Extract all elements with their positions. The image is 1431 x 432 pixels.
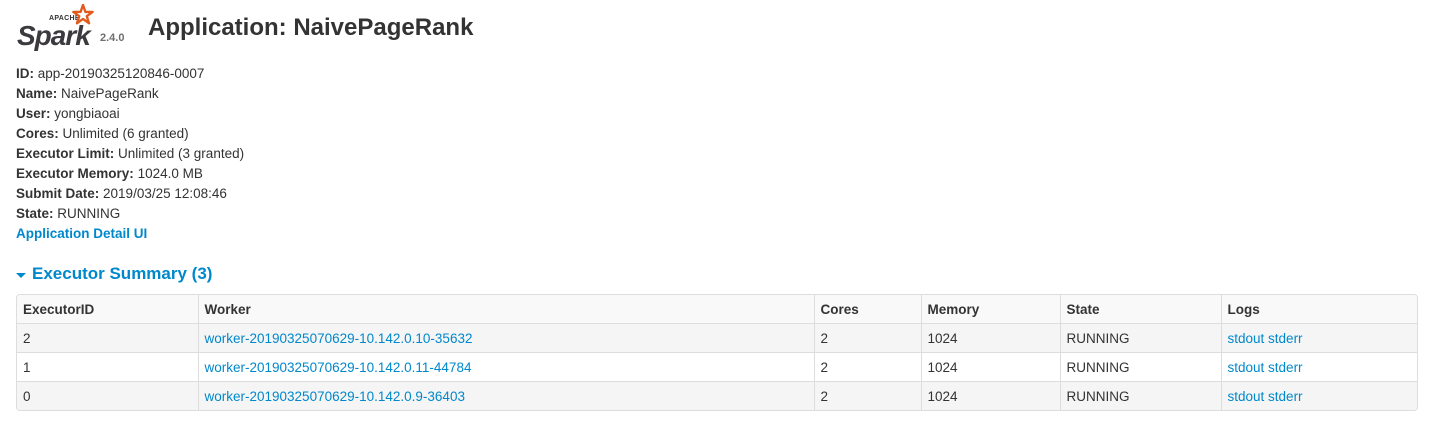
info-value: NaivePageRank xyxy=(61,86,159,101)
column-header-cores[interactable]: Cores xyxy=(813,295,921,324)
info-value: app-20190325120846-0007 xyxy=(37,66,205,81)
cell-memory: 1024 xyxy=(920,352,1060,382)
cell-executor-id: 0 xyxy=(17,381,198,410)
info-value: RUNNING xyxy=(57,206,121,221)
info-value: Unlimited (6 granted) xyxy=(62,126,189,141)
cell-worker: worker-20190325070629-10.142.0.11-44784 xyxy=(197,352,814,382)
cell-state: RUNNING xyxy=(1059,352,1221,382)
column-header-memory[interactable]: Memory xyxy=(920,295,1060,324)
caret-down-icon xyxy=(16,272,26,278)
table-row: 2 worker-20190325070629-10.142.0.10-3563… xyxy=(17,323,1417,353)
stdout-link[interactable]: stdout xyxy=(1228,331,1265,346)
info-label: Executor Memory: xyxy=(16,166,134,181)
application-info-list: ID: app-20190325120846-0007 Name: NaiveP… xyxy=(16,65,244,245)
info-label: Submit Date: xyxy=(16,186,100,201)
table-header-row: ExecutorID Worker Cores Memory State Log… xyxy=(17,295,1417,324)
cell-logs: stdout stderr xyxy=(1220,352,1417,382)
header: APACHE Spark 2.4.0 Application: NaivePag… xyxy=(16,4,473,52)
info-value: 1024.0 MB xyxy=(137,166,203,181)
executor-summary-toggle[interactable]: Executor Summary (3) xyxy=(16,263,212,285)
info-label: Executor Limit: xyxy=(16,146,115,161)
table-row: 0 worker-20190325070629-10.142.0.9-36403… xyxy=(17,381,1417,410)
info-user: User: yongbiaoai xyxy=(16,105,244,125)
cell-logs: stdout stderr xyxy=(1220,381,1417,410)
spark-version: 2.4.0 xyxy=(100,32,125,44)
worker-link[interactable]: worker-20190325070629-10.142.0.10-35632 xyxy=(205,331,473,346)
cell-state: RUNNING xyxy=(1059,381,1221,410)
info-executor-memory: Executor Memory: 1024.0 MB xyxy=(16,165,244,185)
info-label: ID: xyxy=(16,66,34,81)
cell-memory: 1024 xyxy=(920,381,1060,410)
info-cores: Cores: Unlimited (6 granted) xyxy=(16,125,244,145)
page: APACHE Spark 2.4.0 Application: NaivePag… xyxy=(0,0,1431,432)
column-header-executorid[interactable]: ExecutorID xyxy=(17,295,198,324)
executor-table: ExecutorID Worker Cores Memory State Log… xyxy=(17,295,1417,410)
info-name: Name: NaivePageRank xyxy=(16,85,244,105)
column-header-logs[interactable]: Logs xyxy=(1220,295,1417,324)
info-value: Unlimited (3 granted) xyxy=(118,146,245,161)
spark-logo[interactable]: APACHE Spark 2.4.0 xyxy=(16,4,124,51)
cell-logs: stdout stderr xyxy=(1220,323,1417,353)
stdout-link[interactable]: stdout xyxy=(1228,360,1265,375)
application-detail-ui-link[interactable]: Application Detail UI xyxy=(16,226,147,241)
info-label: User: xyxy=(16,106,51,121)
info-label: Name: xyxy=(16,86,58,101)
worker-link[interactable]: worker-20190325070629-10.142.0.9-36403 xyxy=(205,389,465,404)
cell-cores: 2 xyxy=(813,352,921,382)
executor-summary-title: Executor Summary (3) xyxy=(32,264,213,283)
executor-table-container: ExecutorID Worker Cores Memory State Log… xyxy=(16,294,1418,411)
stdout-link[interactable]: stdout xyxy=(1228,389,1265,404)
stderr-link[interactable]: stderr xyxy=(1268,360,1303,375)
logo-spark-text: Spark xyxy=(17,20,91,51)
column-header-worker[interactable]: Worker xyxy=(197,295,814,324)
info-value: 2019/03/25 12:08:46 xyxy=(103,186,227,201)
info-executor-limit: Executor Limit: Unlimited (3 granted) xyxy=(16,145,244,165)
page-title: Application: NaivePageRank xyxy=(148,14,474,41)
stderr-link[interactable]: stderr xyxy=(1268,389,1303,404)
info-detail-link-row: Application Detail UI xyxy=(16,225,244,245)
column-header-state[interactable]: State xyxy=(1059,295,1221,324)
info-state: State: RUNNING xyxy=(16,205,244,225)
cell-cores: 2 xyxy=(813,381,921,410)
cell-worker: worker-20190325070629-10.142.0.10-35632 xyxy=(197,323,814,353)
worker-link[interactable]: worker-20190325070629-10.142.0.11-44784 xyxy=(205,360,472,375)
cell-worker: worker-20190325070629-10.142.0.9-36403 xyxy=(197,381,814,410)
cell-state: RUNNING xyxy=(1059,323,1221,353)
info-label: Cores: xyxy=(16,126,59,141)
cell-cores: 2 xyxy=(813,323,921,353)
cell-memory: 1024 xyxy=(920,323,1060,353)
cell-executor-id: 1 xyxy=(17,352,198,382)
info-label: State: xyxy=(16,206,54,221)
info-submit-date: Submit Date: 2019/03/25 12:08:46 xyxy=(16,185,244,205)
stderr-link[interactable]: stderr xyxy=(1268,331,1303,346)
cell-executor-id: 2 xyxy=(17,323,198,353)
info-id: ID: app-20190325120846-0007 xyxy=(16,65,244,85)
info-value: yongbiaoai xyxy=(54,106,120,121)
table-row: 1 worker-20190325070629-10.142.0.11-4478… xyxy=(17,352,1417,382)
